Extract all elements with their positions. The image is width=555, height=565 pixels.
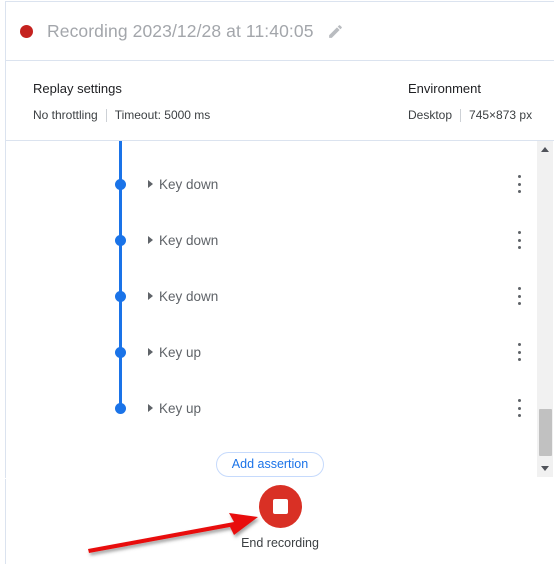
step-bullet-icon <box>115 234 126 246</box>
expand-triangle-icon[interactable] <box>148 404 153 412</box>
value-divider <box>460 108 462 122</box>
more-options-icon[interactable] <box>514 399 524 417</box>
stop-square-icon <box>272 499 288 514</box>
scroll-up-arrow-icon[interactable] <box>537 141 553 158</box>
step-row[interactable]: Key up <box>6 337 534 367</box>
step-label: Key down <box>159 176 219 192</box>
step-label: Key up <box>159 344 202 360</box>
more-options-icon[interactable] <box>514 287 524 305</box>
expand-triangle-icon[interactable] <box>148 236 153 244</box>
record-indicator-icon <box>20 24 33 38</box>
expand-triangle-icon[interactable] <box>148 180 153 188</box>
step-row[interactable]: Key down <box>6 225 534 255</box>
more-options-icon[interactable] <box>514 343 524 361</box>
replay-settings-values: No throttling Timeout: 5000 ms <box>33 108 210 122</box>
step-row[interactable]: Key up <box>6 393 534 423</box>
expand-triangle-icon[interactable] <box>148 292 153 300</box>
pencil-icon[interactable] <box>326 21 346 41</box>
add-assertion-button[interactable]: Add assertion <box>215 451 325 477</box>
settings-row: Replay settings No throttling Timeout: 5… <box>6 61 554 141</box>
replay-settings-group: Replay settings No throttling Timeout: 5… <box>33 81 210 122</box>
timeout-value[interactable]: Timeout: 5000 ms <box>115 108 211 122</box>
device-value: Desktop <box>408 108 453 122</box>
viewport-value: 745×873 px <box>469 108 533 122</box>
end-recording-button[interactable] <box>258 485 302 528</box>
step-bullet-icon <box>115 346 126 358</box>
more-options-icon[interactable] <box>514 175 524 193</box>
recording-header: Recording 2023/12/28 at 11:40:05 <box>6 2 554 61</box>
step-label: Key up <box>159 400 202 416</box>
steps-area: Key down Key down Key down Key up Key up… <box>6 141 554 477</box>
steps-scrollbar[interactable] <box>536 141 553 477</box>
more-options-icon[interactable] <box>514 231 524 249</box>
recorder-panel: Recording 2023/12/28 at 11:40:05 Replay … <box>5 1 554 478</box>
expand-triangle-icon[interactable] <box>148 348 153 356</box>
add-assertion-bar: Add assertion <box>6 451 534 477</box>
step-label: Key down <box>159 232 219 248</box>
end-recording-control: End recording <box>6 485 554 550</box>
step-bullet-icon <box>115 178 126 190</box>
steps-list: Key down Key down Key down Key up Key up… <box>6 141 534 477</box>
throttling-value[interactable]: No throttling <box>33 108 98 122</box>
step-bullet-icon <box>115 402 126 414</box>
step-row[interactable]: Key down <box>6 169 534 199</box>
replay-settings-title: Replay settings <box>33 81 122 96</box>
environment-group: Environment Desktop 745×873 px <box>408 81 532 122</box>
scroll-down-arrow-icon[interactable] <box>537 460 553 477</box>
end-recording-label: End recording <box>241 536 319 550</box>
step-row[interactable]: Key down <box>6 281 534 311</box>
environment-values: Desktop 745×873 px <box>408 108 532 122</box>
scrollbar-thumb[interactable] <box>539 409 552 456</box>
step-bullet-icon <box>115 290 126 302</box>
recording-title: Recording 2023/12/28 at 11:40:05 <box>47 20 314 41</box>
value-divider <box>105 108 107 122</box>
recorder-toolbar: End recording <box>5 479 554 564</box>
step-label: Key down <box>159 288 219 304</box>
environment-title: Environment <box>408 81 481 96</box>
